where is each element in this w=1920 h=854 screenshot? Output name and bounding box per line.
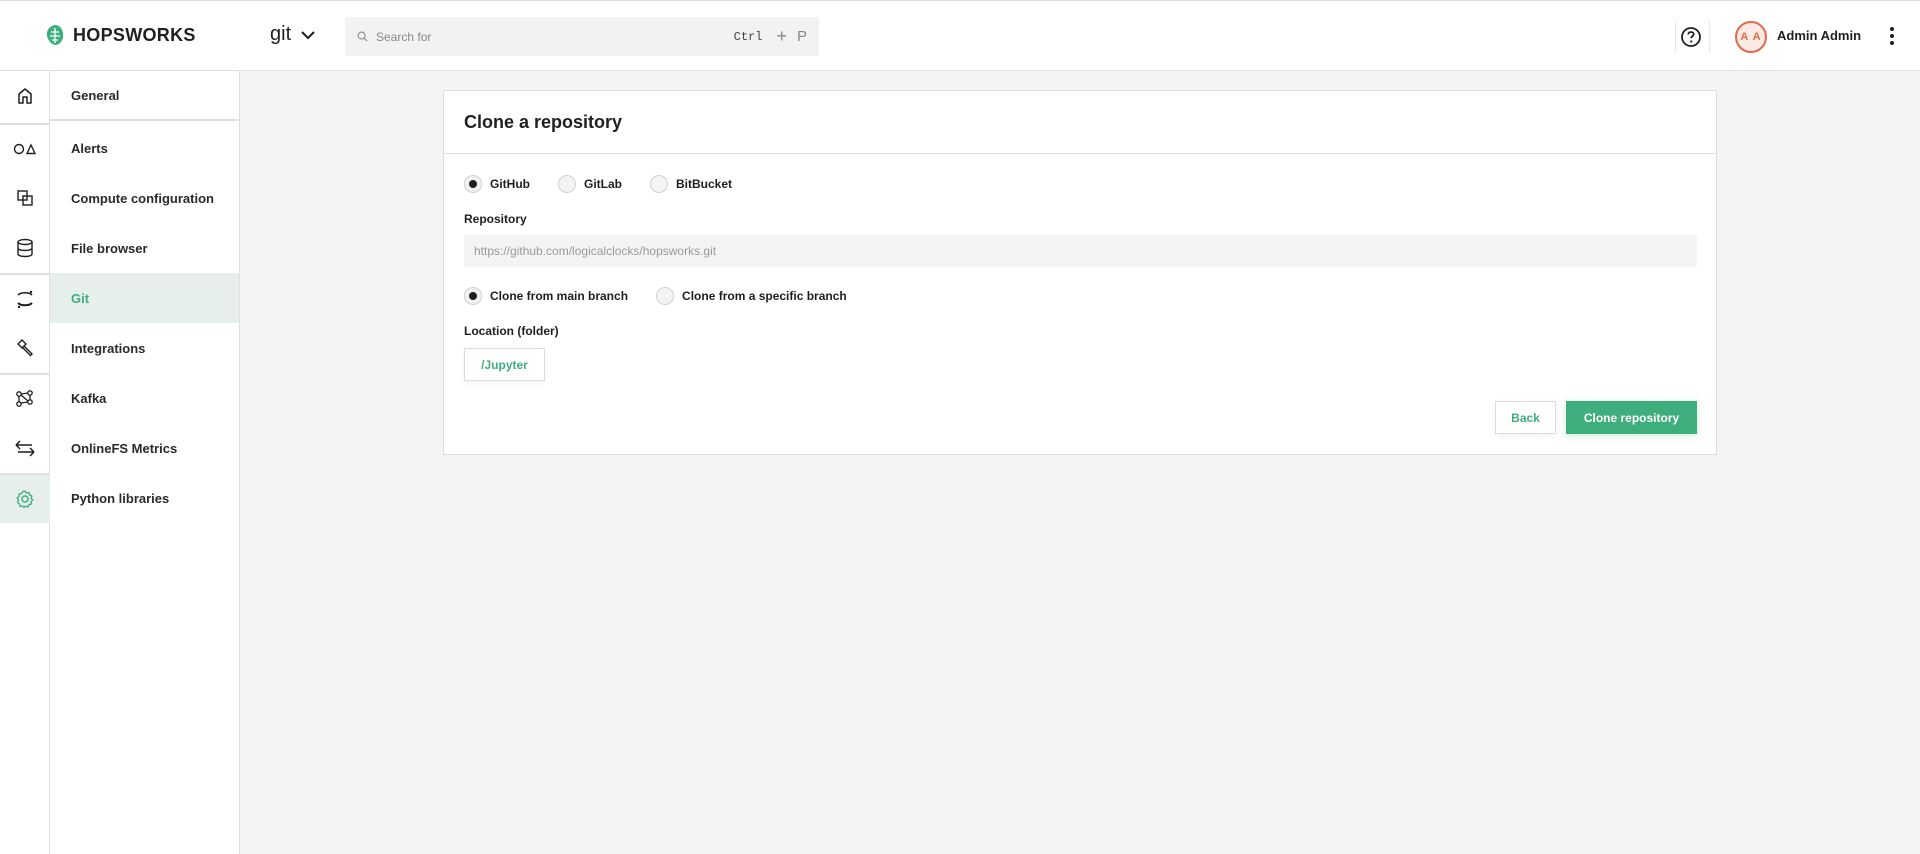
search-icon xyxy=(357,31,368,42)
location-label: Location (folder) xyxy=(464,324,559,338)
search-bar[interactable]: Search for Ctrl + P xyxy=(345,17,819,56)
alerts-shapes-icon xyxy=(13,143,37,155)
radio-label: Clone from a specific branch xyxy=(682,289,847,303)
nav-compute[interactable] xyxy=(0,173,50,223)
hops-leaf-icon xyxy=(46,25,64,45)
card-header: Clone a repository xyxy=(444,91,1716,154)
radio-indicator[interactable] xyxy=(650,175,668,193)
menu-item-file-browser[interactable]: File browser xyxy=(50,223,239,273)
nav-kafka[interactable] xyxy=(0,373,50,423)
shortcut-ctrl: Ctrl xyxy=(733,29,763,44)
radio-label: GitLab xyxy=(584,177,622,191)
search-placeholder: Search for xyxy=(376,29,432,44)
project-selector[interactable]: git xyxy=(270,23,315,46)
radio-bitbucket[interactable]: BitBucket xyxy=(650,175,732,193)
provider-radio-group: GitHub GitLab BitBucket xyxy=(464,175,760,193)
clone-repository-card: Clone a repository GitHub GitLab BitBuck… xyxy=(443,90,1717,455)
radio-github[interactable]: GitHub xyxy=(464,175,530,193)
brand-name: HOPSWORKS xyxy=(73,24,196,45)
clone-repository-button[interactable]: Clone repository xyxy=(1566,401,1697,434)
radio-indicator[interactable] xyxy=(656,287,675,305)
compute-copy-icon xyxy=(17,190,33,206)
menu-item-onlinefs-metrics[interactable]: OnlineFS Metrics xyxy=(50,423,239,473)
radio-main-branch[interactable]: Clone from main branch xyxy=(464,287,628,305)
top-bar: HOPSWORKS git Search for Ctrl + P A A Ad… xyxy=(0,0,1920,71)
transfer-arrows-icon xyxy=(15,440,35,457)
database-icon xyxy=(17,238,33,258)
project-name: git xyxy=(270,23,292,45)
radio-indicator[interactable] xyxy=(464,287,482,305)
divider xyxy=(1675,21,1676,53)
nav-git[interactable] xyxy=(0,273,50,323)
radio-indicator[interactable] xyxy=(464,175,482,193)
back-button[interactable]: Back xyxy=(1495,401,1556,434)
nav-alerts[interactable] xyxy=(0,123,50,173)
radio-specific-branch[interactable]: Clone from a specific branch xyxy=(656,287,847,305)
repository-label: Repository xyxy=(464,212,527,226)
radio-label: Clone from main branch xyxy=(490,289,629,303)
git-icon xyxy=(17,290,33,309)
settings-gear-icon xyxy=(16,490,34,509)
page-title: Clone a repository xyxy=(464,111,623,132)
menu-item-alerts[interactable]: Alerts xyxy=(50,123,239,173)
nav-onlinefs[interactable] xyxy=(0,423,50,473)
hopsworks-logo[interactable]: HOPSWORKS xyxy=(43,23,196,47)
nav-home[interactable] xyxy=(0,71,50,121)
location-folder-button[interactable]: /Jupyter xyxy=(464,348,545,381)
user-avatar[interactable]: A A xyxy=(1735,21,1767,53)
menu-item-integrations[interactable]: Integrations xyxy=(50,323,239,373)
menu-item-kafka[interactable]: Kafka xyxy=(50,373,239,423)
radio-label: BitBucket xyxy=(676,177,733,191)
nav-file-browser[interactable] xyxy=(0,223,50,273)
radio-label: GitHub xyxy=(490,177,530,191)
repository-url-input[interactable] xyxy=(464,235,1697,267)
menu-item-python-libraries[interactable]: Python libraries xyxy=(50,473,239,523)
menu-item-general[interactable]: General xyxy=(50,71,239,121)
settings-menu: General Alerts Compute configuration Fil… xyxy=(50,71,240,854)
home-icon xyxy=(18,88,32,104)
icon-sidebar xyxy=(0,71,50,854)
chevron-down-icon xyxy=(301,30,315,39)
kafka-network-icon xyxy=(16,390,33,407)
branch-radio-group: Clone from main branch Clone from a spec… xyxy=(464,287,875,305)
help-icon[interactable] xyxy=(1680,26,1702,48)
shortcut-p: P xyxy=(796,28,807,45)
hammer-icon xyxy=(17,339,33,357)
menu-item-git[interactable]: Git xyxy=(50,273,239,323)
radio-gitlab[interactable]: GitLab xyxy=(558,175,622,193)
nav-integrations[interactable] xyxy=(0,323,50,373)
divider xyxy=(1709,21,1710,53)
menu-item-compute-configuration[interactable]: Compute configuration xyxy=(50,173,239,223)
nav-settings[interactable] xyxy=(0,473,50,523)
radio-indicator[interactable] xyxy=(558,175,576,193)
more-vertical-icon[interactable] xyxy=(1888,25,1896,49)
shortcut-plus: + xyxy=(776,26,787,46)
user-name[interactable]: Admin Admin xyxy=(1777,28,1861,43)
